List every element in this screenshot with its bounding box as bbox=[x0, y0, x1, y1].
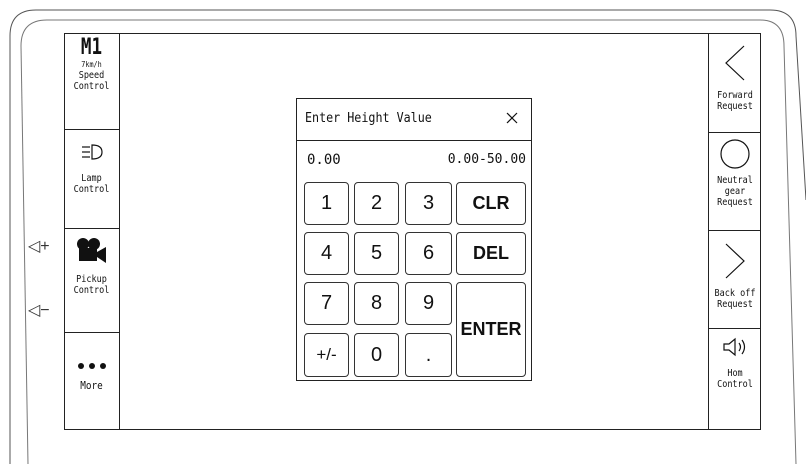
key-5[interactable]: 5 bbox=[354, 232, 399, 275]
decimal-point-key[interactable]: . bbox=[405, 333, 452, 377]
key-0[interactable]: 0 bbox=[354, 333, 399, 377]
speed-control-button[interactable]: M1 7km/h Speed Control bbox=[64, 33, 119, 130]
forward-label-line1: Forward bbox=[717, 90, 753, 101]
key-4[interactable]: 4 bbox=[304, 232, 349, 275]
clear-button[interactable]: CLR bbox=[456, 182, 526, 225]
lamp-control-button[interactable]: Lamp Control bbox=[64, 130, 119, 229]
forward-request-button[interactable]: Forward Request bbox=[709, 33, 761, 133]
headlamp-icon bbox=[81, 144, 103, 160]
backoff-label-line2: Request bbox=[717, 299, 753, 310]
horn-icon bbox=[723, 337, 746, 357]
lamp-label-line2: Control bbox=[73, 184, 110, 195]
neutral-label-line1: Neutral bbox=[717, 175, 753, 186]
speed-label-line1: Speed bbox=[78, 70, 105, 81]
speed-value: 7km/h bbox=[81, 60, 102, 69]
pickup-label-line1: Pickup bbox=[76, 274, 107, 285]
chevron-right-icon bbox=[725, 243, 745, 279]
key-3[interactable]: 3 bbox=[405, 182, 452, 225]
enter-button[interactable]: ENTER bbox=[456, 282, 526, 377]
more-label: More bbox=[80, 379, 103, 392]
more-dots-icon bbox=[77, 363, 106, 369]
right-panel: Forward Request Neutral gear Request Bac… bbox=[708, 33, 761, 430]
neutral-label-line2: gear bbox=[724, 186, 746, 197]
backoff-label-line1: Back off bbox=[714, 288, 756, 299]
horn-label-line1: Hom bbox=[727, 368, 743, 379]
value-range-label: 0.00-50.00 bbox=[447, 152, 526, 167]
dialog-title: Enter Height Value bbox=[305, 111, 432, 126]
delete-button[interactable]: DEL bbox=[456, 232, 526, 275]
key-2[interactable]: 2 bbox=[354, 182, 399, 225]
current-value-display: 0.00 bbox=[307, 152, 341, 168]
speed-label-line2: Control bbox=[73, 81, 110, 92]
circle-icon bbox=[720, 139, 750, 169]
close-icon[interactable] bbox=[503, 109, 521, 127]
dialog-header: Enter Height Value bbox=[297, 99, 531, 141]
more-button[interactable]: More bbox=[64, 333, 119, 430]
camera-icon bbox=[76, 238, 106, 263]
gear-mode-label: M1 bbox=[80, 35, 103, 60]
pickup-label-line2: Control bbox=[73, 285, 110, 296]
key-8[interactable]: 8 bbox=[354, 282, 399, 325]
neutral-label-line3: Request bbox=[717, 197, 753, 208]
back-off-request-button[interactable]: Back off Request bbox=[709, 231, 761, 329]
sign-toggle-key[interactable]: +/- bbox=[304, 333, 349, 377]
key-1[interactable]: 1 bbox=[304, 182, 349, 225]
horn-label-line2: Control bbox=[717, 379, 753, 390]
pickup-control-button[interactable]: Pickup Control bbox=[64, 229, 119, 333]
left-panel: M1 7km/h Speed Control Lamp Control Pick… bbox=[64, 33, 120, 430]
forward-label-line2: Request bbox=[717, 101, 753, 112]
key-7[interactable]: 7 bbox=[304, 282, 349, 325]
lamp-label-line1: Lamp bbox=[81, 173, 102, 184]
horn-control-button[interactable]: Hom Control bbox=[709, 329, 761, 430]
volume-down-button[interactable]: ◁− bbox=[28, 300, 50, 320]
volume-up-button[interactable]: ◁+ bbox=[28, 236, 50, 256]
key-6[interactable]: 6 bbox=[405, 232, 452, 275]
chevron-left-icon bbox=[725, 45, 745, 81]
key-9[interactable]: 9 bbox=[405, 282, 452, 325]
neutral-gear-request-button[interactable]: Neutral gear Request bbox=[709, 133, 761, 231]
